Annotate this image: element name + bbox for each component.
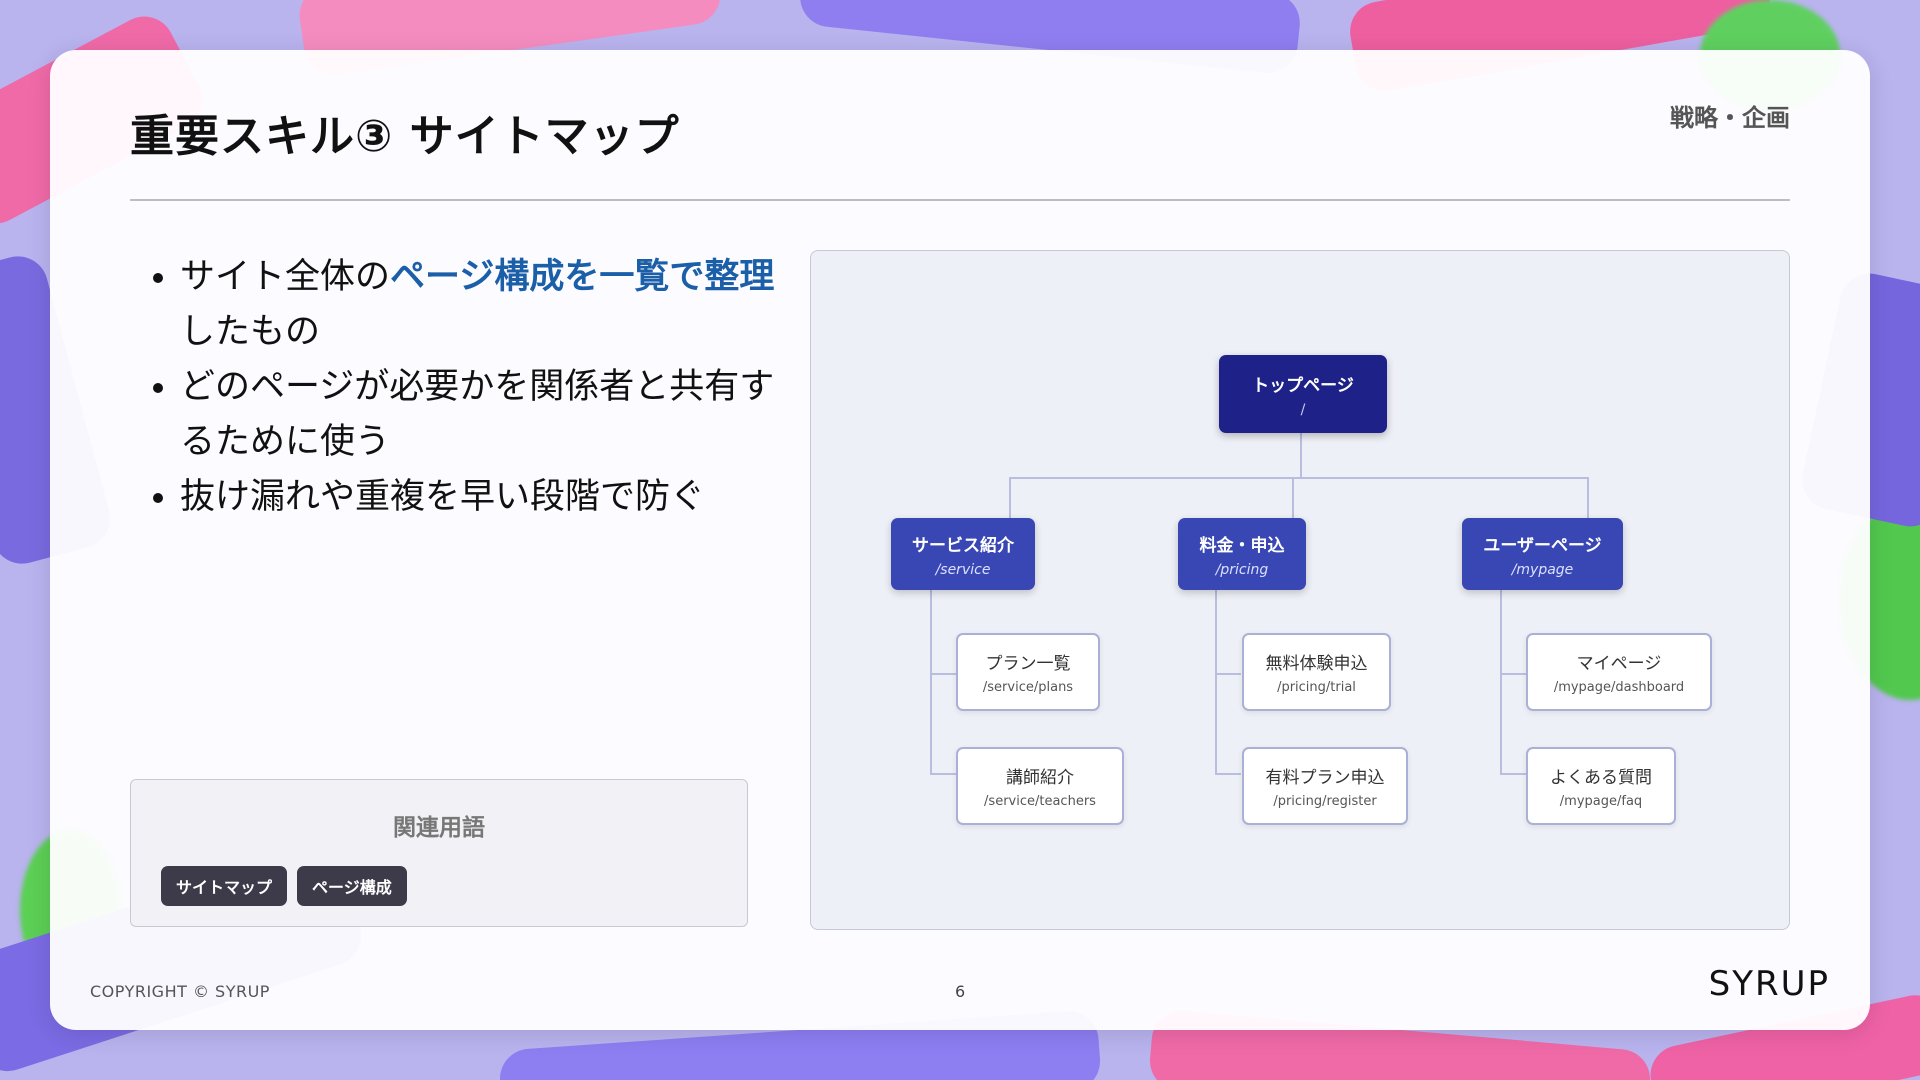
node-label: プラン一覧 — [985, 654, 1071, 674]
connector — [930, 589, 932, 775]
bullet-text: 抜け漏れや重複を早い段階で防ぐ — [180, 477, 706, 517]
connector — [1009, 477, 1011, 519]
connector — [1500, 773, 1526, 775]
slide-title: 重要スキル③ サイトマップ — [130, 111, 680, 162]
tag-page-structure[interactable]: ページ構成 — [297, 866, 407, 906]
node-service-plans[interactable]: プラン一覧 /service/plans — [956, 633, 1100, 711]
node-mypage-faq[interactable]: よくある質問 /mypage/faq — [1526, 747, 1676, 825]
node-path: /service/teachers — [984, 794, 1096, 809]
node-service[interactable]: サービス紹介 /service — [891, 518, 1035, 590]
node-label: マイページ — [1576, 654, 1662, 674]
node-label: 講師紹介 — [1006, 768, 1074, 788]
bullet-text: したもの — [180, 312, 321, 352]
bullet-item: どのページが必要かを関係者と共有するために使う — [180, 360, 780, 470]
related-terms-title: 関連用語 — [393, 815, 485, 841]
node-path: /mypage — [1511, 561, 1574, 578]
node-label: 料金・申込 — [1199, 535, 1285, 556]
slide-card: 重要スキル③ サイトマップ 戦略・企画 サイト全体のページ構成を一覧で整理したも… — [50, 50, 1870, 1030]
bullet-item: サイト全体のページ構成を一覧で整理したもの — [180, 250, 780, 360]
node-label: 無料体験申込 — [1265, 654, 1368, 674]
tag-list: サイトマップ ページ構成 — [161, 866, 407, 906]
node-path: /service — [935, 561, 991, 578]
node-mypage-dashboard[interactable]: マイページ /mypage/dashboard — [1526, 633, 1712, 711]
node-path: /mypage/faq — [1559, 794, 1643, 809]
bullet-item: 抜け漏れや重複を早い段階で防ぐ — [180, 470, 780, 525]
node-pricing-register[interactable]: 有料プラン申込 /pricing/register — [1242, 747, 1408, 825]
node-top-page[interactable]: トップページ / — [1219, 355, 1387, 433]
connector — [1587, 477, 1589, 519]
node-label: トップページ — [1252, 375, 1354, 396]
connector — [1215, 773, 1241, 775]
node-label: サービス紹介 — [912, 535, 1014, 556]
node-path: /pricing — [1215, 561, 1269, 578]
node-pricing-trial[interactable]: 無料体験申込 /pricing/trial — [1242, 633, 1391, 711]
connector — [1500, 589, 1502, 775]
connector — [1300, 433, 1302, 478]
node-path: / — [1300, 401, 1306, 418]
syrup-logo: SYRUP — [1708, 964, 1830, 1004]
title-divider — [130, 199, 1790, 201]
category-label: 戦略・企画 — [1670, 104, 1790, 132]
copyright: COPYRIGHT © SYRUP — [90, 982, 270, 1001]
connector — [1215, 673, 1241, 675]
node-path: /service/plans — [982, 680, 1074, 695]
connector — [1292, 477, 1294, 519]
bullet-text: サイト全体の — [180, 257, 391, 297]
node-path: /pricing/register — [1273, 794, 1377, 809]
tag-sitemap[interactable]: サイトマップ — [161, 866, 288, 906]
connector — [1215, 589, 1217, 775]
bullet-highlight: ページ構成を一覧で整理 — [390, 257, 775, 297]
page-number: 6 — [955, 982, 966, 1001]
node-label: よくある質問 — [1550, 768, 1652, 788]
connector — [1009, 477, 1587, 479]
node-path: /pricing/trial — [1277, 680, 1356, 695]
related-terms-box: 関連用語 サイトマップ ページ構成 — [130, 779, 748, 927]
node-label: ユーザーページ — [1483, 535, 1602, 556]
bullet-text: どのページが必要かを関係者と共有するために使う — [180, 367, 775, 462]
node-user-page[interactable]: ユーザーページ /mypage — [1462, 518, 1623, 590]
sitemap-diagram: トップページ / サービス紹介 /service 料金・申込 /pricing … — [810, 250, 1790, 930]
node-label: 有料プラン申込 — [1265, 768, 1385, 788]
node-pricing[interactable]: 料金・申込 /pricing — [1178, 518, 1306, 590]
connector — [930, 773, 956, 775]
node-service-teachers[interactable]: 講師紹介 /service/teachers — [956, 747, 1124, 825]
connector — [930, 673, 956, 675]
node-path: /mypage/dashboard — [1553, 680, 1685, 695]
connector — [1500, 673, 1526, 675]
bullet-list: サイト全体のページ構成を一覧で整理したもの どのページが必要かを関係者と共有する… — [150, 250, 780, 525]
